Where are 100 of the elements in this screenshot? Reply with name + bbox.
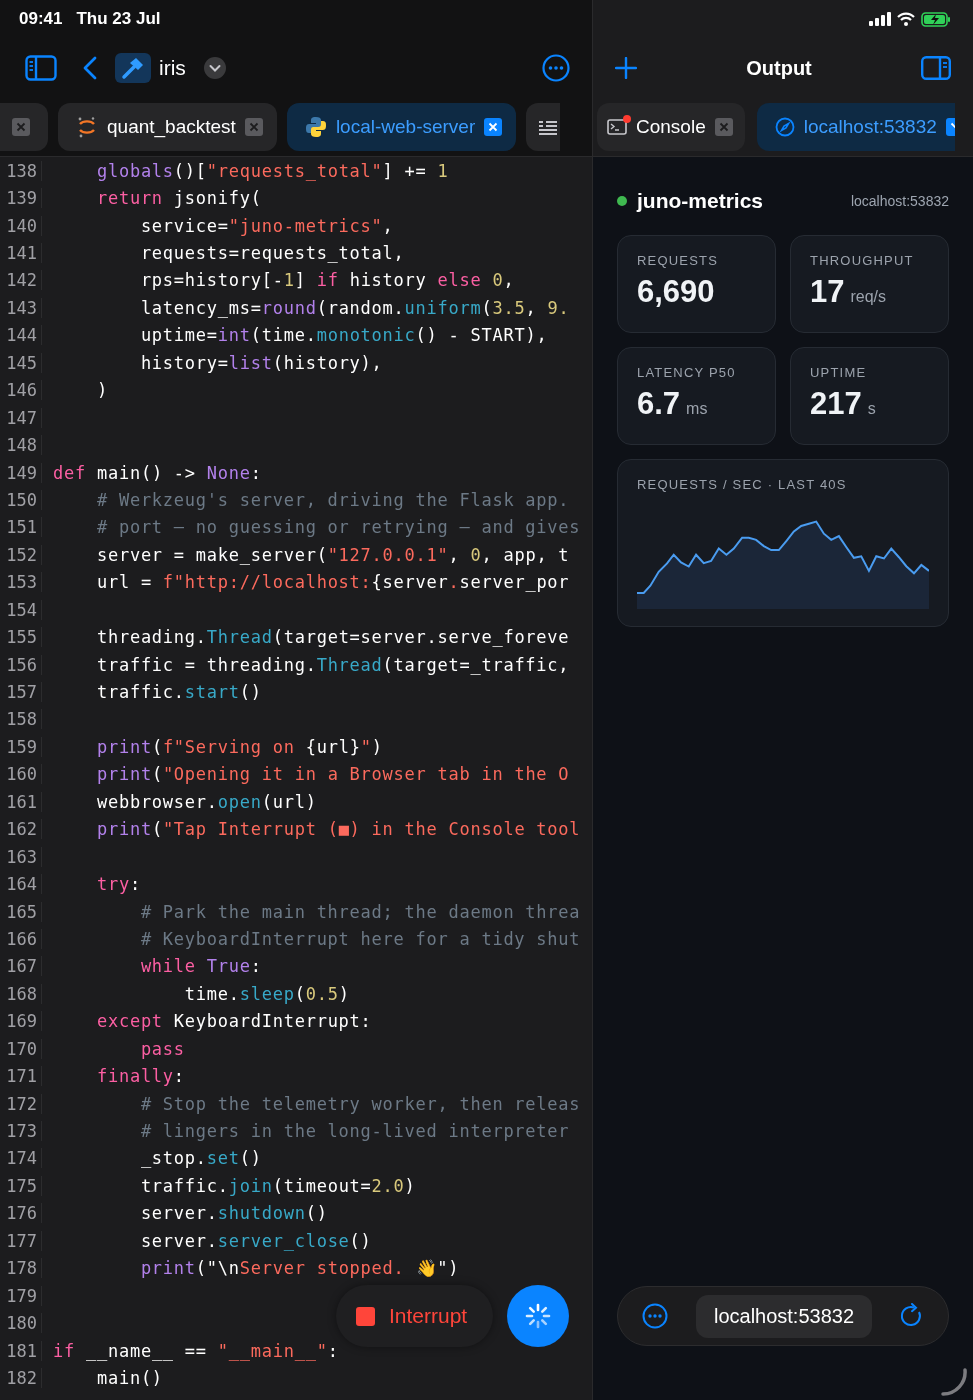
- line-number: 180: [0, 1313, 42, 1334]
- signal-icon: [869, 12, 891, 26]
- code-line: traffic.start(): [95, 682, 262, 703]
- line-number: 178: [0, 1258, 42, 1279]
- code-line: # KeyboardInterrupt here for a tidy shut: [139, 928, 581, 949]
- close-icon[interactable]: [484, 118, 503, 136]
- code-line: try:: [95, 874, 141, 895]
- metric-label: REQUESTS: [637, 253, 720, 268]
- code-line: traffic.join(timeout=2.0): [139, 1175, 416, 1196]
- code-line: print("Opening it in a Browser tab in the O: [95, 764, 570, 785]
- line-number: 164: [0, 874, 42, 895]
- back-icon[interactable]: [83, 56, 97, 80]
- code-line: time.sleep(0.5): [183, 983, 350, 1004]
- resize-handle-icon[interactable]: [941, 1368, 967, 1396]
- code-line: finally:: [95, 1066, 185, 1087]
- code-line: server = make_server("127.0.0.1", 0, app, t: [95, 544, 570, 565]
- line-number: 168: [0, 983, 42, 1004]
- line-number: 141: [0, 243, 42, 264]
- more-icon[interactable]: [542, 54, 570, 82]
- line-number: 147: [0, 407, 42, 428]
- python-icon: [304, 116, 327, 138]
- line-number: 149: [0, 462, 42, 483]
- line-number: 144: [0, 325, 42, 346]
- line-number: 146: [0, 380, 42, 401]
- line-number: 145: [0, 352, 42, 373]
- code-line: if __name__ == "__main__":: [52, 1340, 339, 1361]
- compass-icon: [774, 117, 795, 137]
- code-line: history=list(history),: [139, 352, 383, 373]
- code-line: service="juno-metrics",: [139, 215, 394, 236]
- code-line: globals()["requests_total"] += 1: [95, 160, 449, 181]
- editor-tab[interactable]: local-web-server: [286, 103, 517, 151]
- line-number: 166: [0, 928, 42, 949]
- reload-icon[interactable]: [900, 1303, 924, 1329]
- code-line: def main() -> None:: [52, 462, 262, 483]
- status-time: 09:41: [19, 9, 63, 29]
- metric-unit: ms: [686, 400, 708, 418]
- hammer-icon[interactable]: [115, 53, 151, 83]
- line-number: 169: [0, 1011, 42, 1032]
- battery-charging-icon: [921, 11, 951, 27]
- list-icon: [538, 119, 559, 135]
- line-number: 138: [0, 160, 42, 181]
- sidebar-icon[interactable]: [25, 55, 57, 81]
- line-number: 159: [0, 736, 42, 757]
- code-line: traffic = threading.Thread(target=_traffic,: [95, 654, 570, 675]
- code-line: # lingers in the long-lived interpreter: [139, 1121, 570, 1142]
- line-number: 142: [0, 270, 42, 291]
- line-number: 139: [0, 188, 42, 209]
- chevron-down-icon[interactable]: [203, 57, 226, 79]
- status-date: Thu 23 Jul: [76, 9, 161, 29]
- code-line: print("\nServer stopped. 👋"): [139, 1258, 460, 1279]
- url-field[interactable]: localhost:53832: [695, 1294, 873, 1338]
- code-line: # port — no guessing or retrying — and gives: [95, 517, 581, 538]
- metric-value: 6.7: [637, 386, 681, 422]
- editor-tab[interactable]: quant_backtest: [58, 103, 277, 151]
- more-icon[interactable]: [642, 1303, 668, 1329]
- line-number: 182: [0, 1367, 42, 1388]
- editor-tab[interactable]: [526, 103, 561, 151]
- code-line: return jsonify(: [95, 188, 262, 209]
- line-number: 162: [0, 819, 42, 840]
- metric-value: 217: [810, 386, 862, 422]
- line-number: 179: [0, 1285, 42, 1306]
- line-number: 152: [0, 544, 42, 565]
- host-label: localhost:53832: [850, 193, 949, 209]
- metric-unit: req/s: [850, 288, 887, 306]
- line-number: 177: [0, 1230, 42, 1251]
- output-tab[interactable]: Console: [597, 103, 745, 151]
- line-number: 167: [0, 956, 42, 977]
- line-number: 156: [0, 654, 42, 675]
- line-number: 154: [0, 599, 42, 620]
- code-line: while True:: [139, 956, 262, 977]
- panel-title: Output: [746, 56, 812, 80]
- metric-label: THROUGHPUT: [810, 253, 915, 268]
- sidebar-icon[interactable]: [921, 56, 951, 80]
- code-line: main(): [95, 1367, 163, 1388]
- plus-icon[interactable]: [615, 57, 637, 79]
- line-number: 157: [0, 682, 42, 703]
- close-icon[interactable]: [945, 118, 955, 136]
- interrupt-button[interactable]: Interrupt: [336, 1285, 494, 1347]
- line-number: 153: [0, 572, 42, 593]
- line-number: 174: [0, 1148, 42, 1169]
- wifi-icon: [897, 12, 915, 26]
- code-line: requests=requests_total,: [139, 243, 405, 264]
- line-number: 160: [0, 764, 42, 785]
- metric-value: 6,690: [637, 274, 715, 310]
- line-number: 170: [0, 1038, 42, 1059]
- code-line: url = f"http://localhost:{server.server_por: [95, 572, 570, 593]
- line-number: 165: [0, 901, 42, 922]
- line-number: 175: [0, 1175, 42, 1196]
- line-number: 172: [0, 1093, 42, 1114]
- code-line: ): [95, 380, 108, 401]
- line-number: 148: [0, 435, 42, 456]
- metric-label: UPTIME: [810, 365, 868, 380]
- metric-value: 17: [810, 274, 845, 310]
- line-number: 181: [0, 1340, 42, 1361]
- spinner-icon: [525, 1303, 551, 1329]
- output-tab[interactable]: localhost:53832: [756, 103, 955, 151]
- project-name[interactable]: iris: [159, 56, 186, 80]
- code-line: threading.Thread(target=server.serve_foreve: [95, 627, 570, 648]
- code-line: except KeyboardInterrupt:: [95, 1011, 372, 1032]
- code-line: rps=history[-1] if history else 0,: [139, 270, 515, 291]
